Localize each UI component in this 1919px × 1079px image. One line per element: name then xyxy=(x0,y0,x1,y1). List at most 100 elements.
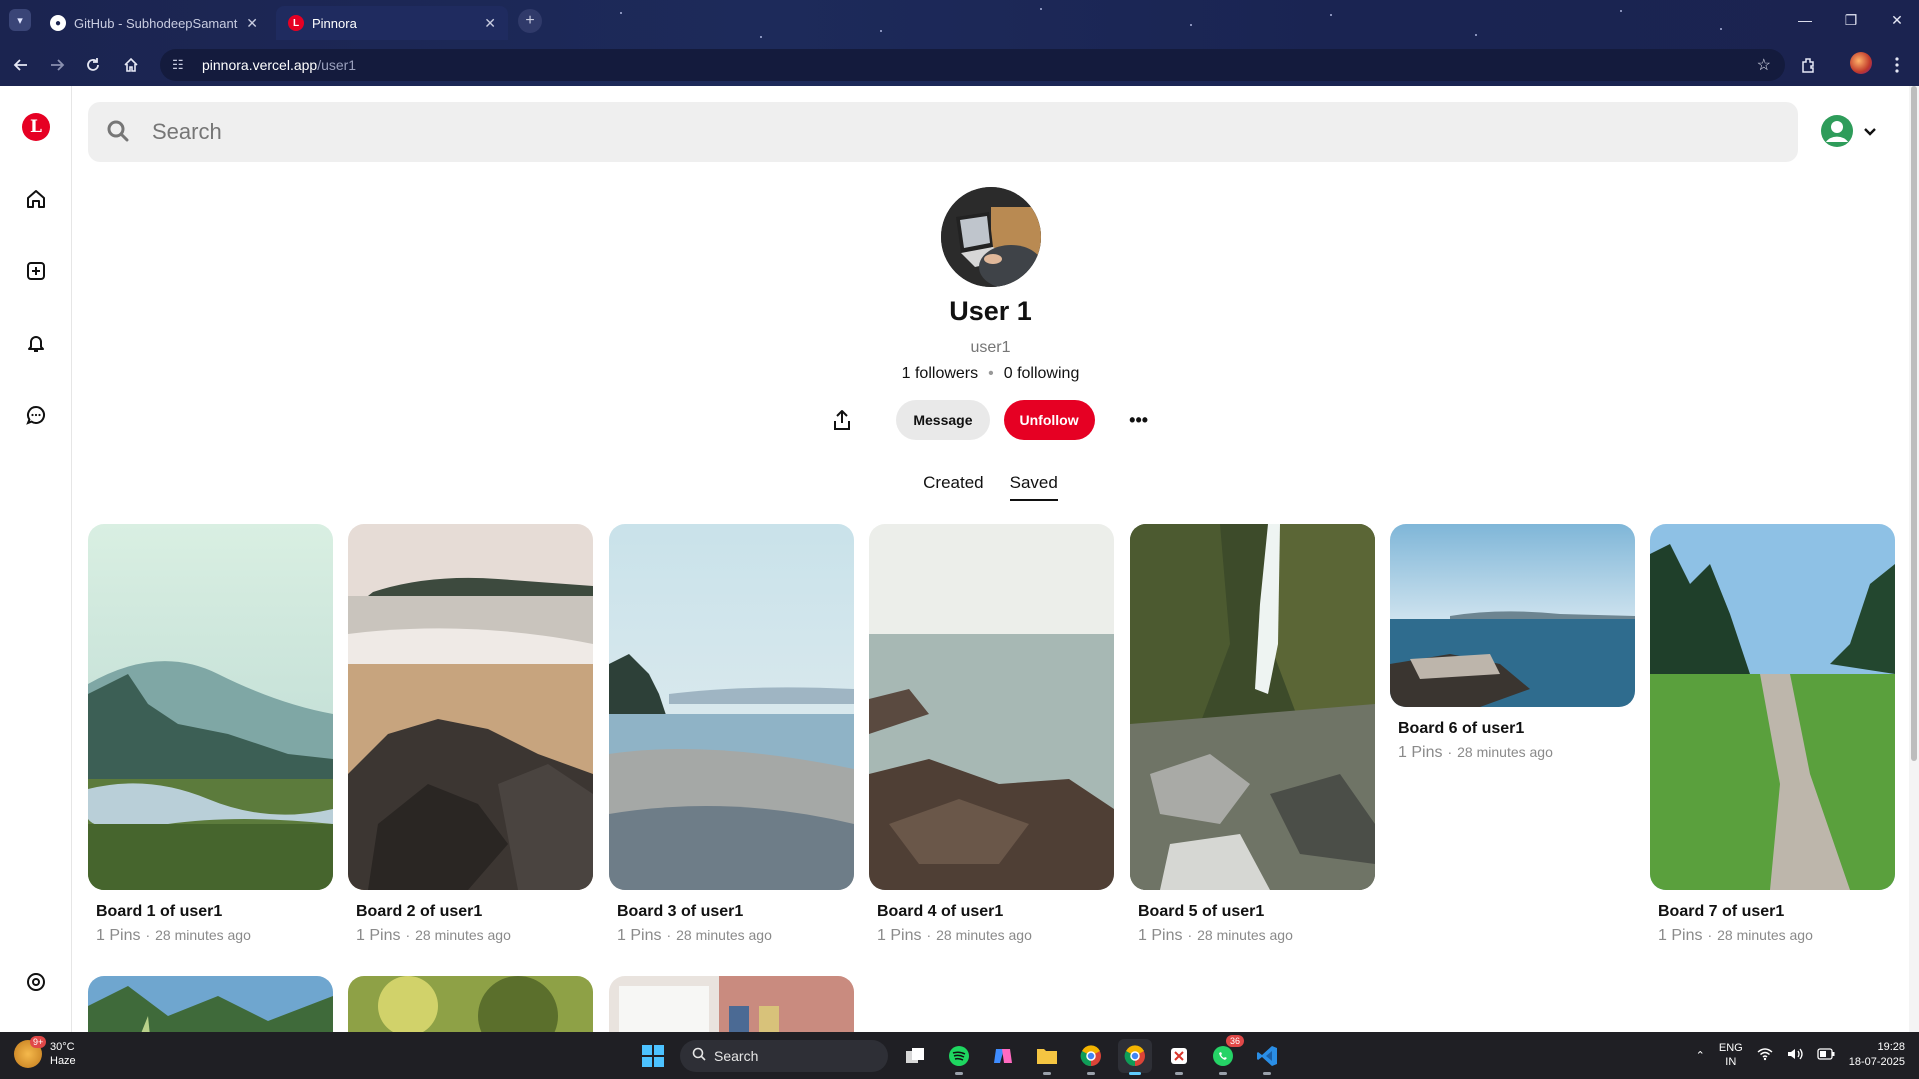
clock[interactable]: 19:28 18-07-2025 xyxy=(1849,1040,1905,1070)
board-meta: 1 Pins · 28 minutes ago xyxy=(356,927,511,944)
user-avatar-icon[interactable] xyxy=(1820,114,1854,153)
home-button[interactable] xyxy=(118,52,144,78)
restore-button[interactable]: ❐ xyxy=(1836,8,1866,32)
chevron-down-icon: ▾ xyxy=(17,14,23,27)
board-title[interactable]: Board 4 of user1 xyxy=(877,903,1114,921)
board-image[interactable] xyxy=(1130,524,1375,890)
app-logo[interactable]: L xyxy=(22,113,50,141)
chrome-profile-icon[interactable] xyxy=(1074,1039,1108,1075)
board-title[interactable]: Board 1 of user1 xyxy=(96,903,333,921)
board-meta: 1 Pins · 28 minutes ago xyxy=(617,927,772,944)
board-image[interactable] xyxy=(1390,524,1635,707)
board-card[interactable]: Board 7 of user1 1 Pins · 28 minutes ago xyxy=(1650,524,1895,945)
browser-chrome: ▾ ● GitHub - SubhodeepSamanta/P ✕ L Pinn… xyxy=(0,0,1919,86)
vscode-icon[interactable] xyxy=(1250,1039,1284,1075)
board-title[interactable]: Board 5 of user1 xyxy=(1138,903,1375,921)
sidebar: L xyxy=(0,86,72,1032)
board-card[interactable]: Board 6 of user1 1 Pins · 28 minutes ago xyxy=(1390,524,1635,762)
taskbar: 9+ 30°C Haze Search 36 ⌃ ENG IN 19:28 18… xyxy=(0,1032,1919,1079)
followers-count[interactable]: 1 followers xyxy=(902,365,978,382)
board-meta: 1 Pins · 28 minutes ago xyxy=(877,927,1032,944)
board-title[interactable]: Board 7 of user1 xyxy=(1658,903,1895,921)
weather-temp: 30°C xyxy=(50,1041,75,1053)
unfollow-button[interactable]: Unfollow xyxy=(1003,400,1095,440)
profile-tabs: Created Saved xyxy=(0,473,1919,501)
language-indicator[interactable]: ENG IN xyxy=(1719,1041,1743,1069)
search-bar[interactable] xyxy=(88,102,1798,162)
start-button[interactable] xyxy=(636,1039,670,1073)
snipping-tool-icon[interactable] xyxy=(1162,1039,1196,1075)
following-count[interactable]: 0 following xyxy=(1004,365,1080,382)
board-image[interactable] xyxy=(869,524,1114,890)
browser-profile-avatar[interactable] xyxy=(1850,52,1872,74)
chrome-icon[interactable] xyxy=(1118,1038,1152,1075)
scrollbar-thumb[interactable] xyxy=(1911,86,1917,761)
board-title[interactable]: Board 3 of user1 xyxy=(617,903,854,921)
task-view-icon[interactable] xyxy=(898,1039,932,1073)
window-close-button[interactable]: ✕ xyxy=(1882,8,1912,32)
taskbar-search-label: Search xyxy=(714,1047,759,1064)
board-card[interactable]: Board 2 of user1 1 Pins · 28 minutes ago xyxy=(348,524,593,945)
whatsapp-badge: 36 xyxy=(1225,1034,1244,1047)
browser-menu-icon[interactable] xyxy=(1884,52,1910,78)
back-button[interactable] xyxy=(8,52,34,78)
tab-pinnora[interactable]: L Pinnora ✕ xyxy=(276,6,508,40)
minimize-button[interactable]: — xyxy=(1790,8,1820,32)
more-options-button[interactable]: ••• xyxy=(1119,400,1159,440)
tab-title: GitHub - SubhodeepSamanta/P xyxy=(74,15,238,31)
close-icon[interactable]: ✕ xyxy=(246,15,258,32)
search-input[interactable] xyxy=(152,102,1752,162)
profile-name: User 1 xyxy=(949,296,1032,326)
site-settings-icon[interactable]: ☷ xyxy=(172,57,190,73)
new-tab-button[interactable]: + xyxy=(518,9,542,33)
board-meta: 1 Pins · 28 minutes ago xyxy=(1398,744,1553,761)
board-image[interactable] xyxy=(348,524,593,890)
tray-overflow-icon[interactable]: ⌃ xyxy=(1696,1049,1705,1062)
board-meta: 1 Pins · 28 minutes ago xyxy=(96,927,251,944)
page-scrollbar[interactable] xyxy=(1909,86,1919,1032)
spotify-icon[interactable] xyxy=(942,1039,976,1075)
message-button[interactable]: Message xyxy=(896,400,990,440)
board-card[interactable]: Board 5 of user1 1 Pins · 28 minutes ago xyxy=(1130,524,1375,945)
profile-stats: 1 followers • 0 following xyxy=(0,365,1919,383)
tab-github[interactable]: ● GitHub - SubhodeepSamanta/P ✕ xyxy=(38,6,270,40)
file-explorer-icon[interactable] xyxy=(1030,1039,1064,1075)
copilot-icon[interactable] xyxy=(986,1039,1020,1073)
forward-button[interactable] xyxy=(44,52,70,78)
board-card[interactable]: Board 3 of user1 1 Pins · 28 minutes ago xyxy=(609,524,854,945)
profile-actions: Message Unfollow ••• xyxy=(0,400,1919,440)
bookmark-star-icon[interactable]: ☆ xyxy=(1757,55,1771,75)
home-icon[interactable] xyxy=(22,185,50,213)
tab-strip: ▾ ● GitHub - SubhodeepSamanta/P ✕ L Pinn… xyxy=(0,0,1919,42)
url-host: pinnora.vercel.app xyxy=(202,57,318,73)
wifi-icon[interactable] xyxy=(1757,1047,1773,1064)
chevron-down-icon[interactable] xyxy=(1862,123,1878,144)
tab-search-button[interactable]: ▾ xyxy=(9,9,31,31)
user-menu[interactable] xyxy=(1820,114,1878,153)
share-button[interactable] xyxy=(822,400,862,440)
address-bar[interactable]: ☷ pinnora.vercel.app/user1 ☆ xyxy=(160,49,1785,81)
board-card[interactable]: Board 4 of user1 1 Pins · 28 minutes ago xyxy=(869,524,1114,945)
tab-saved[interactable]: Saved xyxy=(1009,473,1058,501)
board-image[interactable] xyxy=(609,524,854,890)
system-tray: ⌃ ENG IN 19:28 18-07-2025 xyxy=(1696,1040,1905,1070)
board-image[interactable] xyxy=(1650,524,1895,890)
settings-icon[interactable] xyxy=(22,968,50,996)
volume-icon[interactable] xyxy=(1787,1047,1803,1064)
board-title[interactable]: Board 6 of user1 xyxy=(1398,720,1635,738)
pinnora-favicon-icon: L xyxy=(288,15,304,31)
battery-icon[interactable] xyxy=(1817,1047,1835,1063)
weather-widget[interactable]: 9+ 30°C Haze xyxy=(14,1036,76,1068)
stats-separator: • xyxy=(988,365,994,382)
profile-avatar xyxy=(941,187,1041,287)
board-image[interactable] xyxy=(88,524,333,890)
reload-button[interactable] xyxy=(80,52,106,78)
whatsapp-icon[interactable]: 36 xyxy=(1206,1034,1244,1075)
taskbar-search[interactable]: Search xyxy=(680,1039,888,1072)
board-card[interactable]: Board 1 of user1 1 Pins · 28 minutes ago xyxy=(88,524,333,945)
board-title[interactable]: Board 2 of user1 xyxy=(356,903,593,921)
close-icon[interactable]: ✕ xyxy=(484,15,496,32)
extensions-icon[interactable] xyxy=(1796,52,1822,78)
create-icon[interactable] xyxy=(22,257,50,285)
tab-created[interactable]: Created xyxy=(923,473,983,501)
